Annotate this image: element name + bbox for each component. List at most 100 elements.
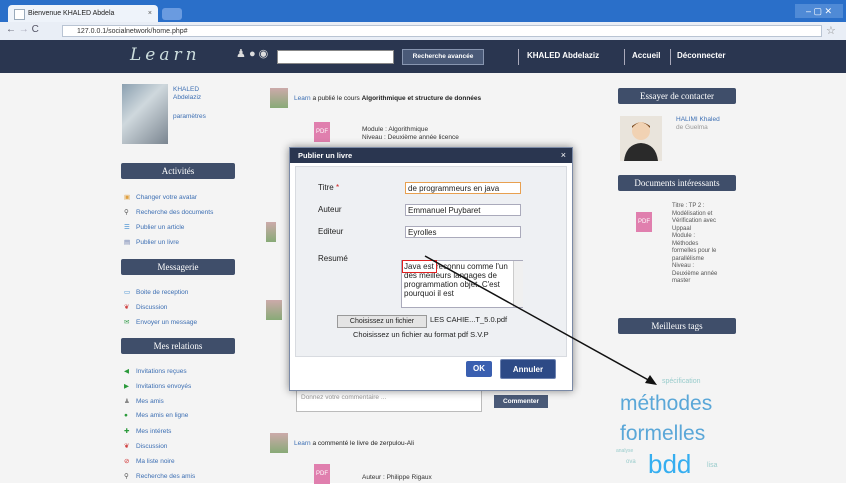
- search-input[interactable]: [277, 50, 394, 64]
- sidebar-item-friends-online[interactable]: ● Mes amis en ligne: [124, 412, 188, 419]
- profile-name[interactable]: Abdelaziz: [173, 94, 201, 102]
- back-icon[interactable]: ←: [6, 24, 16, 35]
- pdf-icon[interactable]: PDF: [314, 464, 330, 484]
- feed-author: Auteur : Philippe Rigaux: [362, 474, 432, 481]
- book-icon: ▤: [124, 239, 131, 246]
- feed-author-avatar[interactable]: [270, 88, 288, 108]
- sidebar-item-discussion[interactable]: ❦ Discussion: [124, 442, 167, 450]
- tags-header: Meilleurs tags: [618, 318, 736, 334]
- image-icon: ▣: [124, 194, 131, 201]
- close-tab-icon[interactable]: ×: [148, 5, 152, 22]
- article-icon: ☰: [124, 224, 130, 231]
- sidebar-item-invites-received[interactable]: ◀ Invitations reçues: [124, 367, 187, 375]
- sidebar-item-interests[interactable]: ✚ Mes intérets: [124, 427, 171, 435]
- feed-author-link[interactable]: Learn: [294, 95, 311, 102]
- highlight-box: [402, 260, 437, 273]
- header-divider: [518, 49, 519, 65]
- sidebar-item-inbox[interactable]: ▭ Boite de reception: [124, 288, 188, 296]
- feed-author-avatar[interactable]: [266, 222, 276, 242]
- online-icon: ●: [124, 412, 128, 419]
- title-input[interactable]: de programmeurs en java: [405, 182, 521, 194]
- contact-name[interactable]: HALIMI Khaled: [676, 116, 720, 124]
- header-divider: [624, 49, 625, 65]
- favicon-icon: [14, 9, 25, 20]
- feed-course-link[interactable]: Algorithmique et structure de données: [362, 95, 482, 102]
- comment-input[interactable]: Donnez votre commentaire ...: [296, 390, 482, 412]
- tab-title: Bienvenue KHALED Abdela: [28, 10, 115, 17]
- sidebar-item-search-docs[interactable]: ⚲ Recherche des documents: [124, 208, 213, 216]
- chat-icon[interactable]: ●: [249, 48, 256, 60]
- sidebar-item-blacklist[interactable]: ⊘ Ma liste noire: [124, 457, 175, 465]
- sidebar-item-send-message[interactable]: ✉ Envoyer un message: [124, 318, 197, 326]
- reload-icon[interactable]: C: [32, 24, 39, 35]
- interests-icon: ✚: [124, 428, 130, 435]
- textarea-scrollbar[interactable]: [513, 261, 523, 307]
- activities-header: Activités: [121, 163, 235, 179]
- dialog-title: Publier un livre: [290, 148, 572, 163]
- sidebar-item-find-friends[interactable]: ⚲ Recherche des amis: [124, 472, 195, 480]
- publish-book-dialog: Publier un livre × Titre * de programmeu…: [289, 147, 573, 391]
- window-controls[interactable]: – ▢ ✕: [795, 4, 843, 18]
- discussion-icon: ❦: [124, 443, 130, 450]
- feed-author-avatar[interactable]: [266, 300, 282, 320]
- contact-avatar[interactable]: [620, 116, 662, 161]
- relations-header: Mes relations: [121, 338, 235, 354]
- tag-link[interactable]: lisa: [707, 462, 718, 469]
- user-icon[interactable]: ♟: [236, 48, 246, 60]
- tag-link[interactable]: formelles: [620, 422, 705, 446]
- sidebar-item-invites-sent[interactable]: ▶ Invitations envoyés: [124, 382, 191, 390]
- summary-label: Resumé: [318, 254, 348, 263]
- selected-file-name: LES CAHIE...T_5.0.pdf: [430, 315, 508, 324]
- arrow-right-icon: ▶: [124, 383, 129, 390]
- choose-file-button[interactable]: Choisissez un fichier: [337, 315, 427, 328]
- comment-button[interactable]: Commenter: [494, 395, 548, 408]
- messaging-header: Messagerie: [121, 259, 235, 275]
- feed-level: Niveau : Deuxième année licence: [362, 134, 459, 141]
- globe-icon[interactable]: ◉: [259, 48, 269, 60]
- dialog-form: Titre * de programmeurs en java Auteur E…: [295, 166, 567, 357]
- avatar[interactable]: [122, 84, 168, 144]
- tag-link[interactable]: ova: [626, 459, 636, 465]
- doc-info: Titre : TP 2 : Modélisation et Vérificat…: [672, 203, 718, 284]
- tag-link[interactable]: méthodes: [620, 392, 712, 416]
- contact-header: Essayer de contacter: [618, 88, 736, 104]
- friends-icon: ♟: [124, 398, 130, 405]
- cancel-button[interactable]: Annuler: [500, 359, 556, 379]
- sidebar-item-publish-book[interactable]: ▤ Publier un livre: [124, 238, 179, 246]
- logout-link[interactable]: Déconnecter: [677, 51, 725, 60]
- pdf-icon[interactable]: PDF: [314, 122, 330, 142]
- discussion-icon: ❦: [124, 304, 130, 311]
- pdf-icon[interactable]: PDF: [636, 212, 652, 232]
- settings-link[interactable]: paramètres: [173, 113, 206, 120]
- publisher-input[interactable]: Eyrolles: [405, 226, 521, 238]
- feed-item: Learn a commenté le livre de zerpulou-Al…: [294, 440, 414, 447]
- home-link[interactable]: Accueil: [632, 51, 660, 60]
- advanced-search-button[interactable]: Recherche avancée: [402, 49, 484, 65]
- author-input[interactable]: Emmanuel Puybaret: [405, 204, 521, 216]
- file-hint: Choisissez un fichier au format pdf S.V.…: [353, 330, 489, 339]
- bookmark-star-icon[interactable]: ☆: [826, 24, 836, 37]
- header-divider: [670, 49, 671, 65]
- feed-author-avatar[interactable]: [270, 433, 288, 453]
- required-mark: *: [335, 183, 340, 192]
- site-logo[interactable]: Learn: [130, 45, 201, 65]
- search-icon: ⚲: [124, 209, 129, 216]
- close-icon[interactable]: ×: [561, 148, 566, 163]
- tag-link[interactable]: bdd: [648, 449, 691, 480]
- tag-link[interactable]: analyse: [616, 448, 633, 454]
- sidebar-item-change-avatar[interactable]: ▣ Changer votre avatar: [124, 193, 197, 201]
- new-tab-button[interactable]: [162, 8, 182, 20]
- title-label: Titre *: [318, 183, 340, 192]
- tag-link[interactable]: spécification: [662, 378, 701, 385]
- forward-icon[interactable]: →: [19, 24, 29, 35]
- header-user-link[interactable]: KHALED Abdelaziz: [527, 51, 599, 60]
- url-field[interactable]: 127.0.0.1/socialnetwork/home.php#: [62, 25, 822, 37]
- author-label: Auteur: [318, 205, 342, 214]
- feed-author-link[interactable]: Learn: [294, 440, 311, 447]
- ok-button[interactable]: OK: [466, 361, 492, 377]
- sidebar-item-discussion[interactable]: ❦ Discussion: [124, 303, 167, 311]
- profile-name[interactable]: KHALED: [173, 86, 201, 94]
- sidebar-item-friends[interactable]: ♟ Mes amis: [124, 397, 164, 405]
- browser-tab[interactable]: Bienvenue KHALED Abdela ×: [8, 5, 158, 22]
- sidebar-item-publish-article[interactable]: ☰ Publier un article: [124, 223, 184, 231]
